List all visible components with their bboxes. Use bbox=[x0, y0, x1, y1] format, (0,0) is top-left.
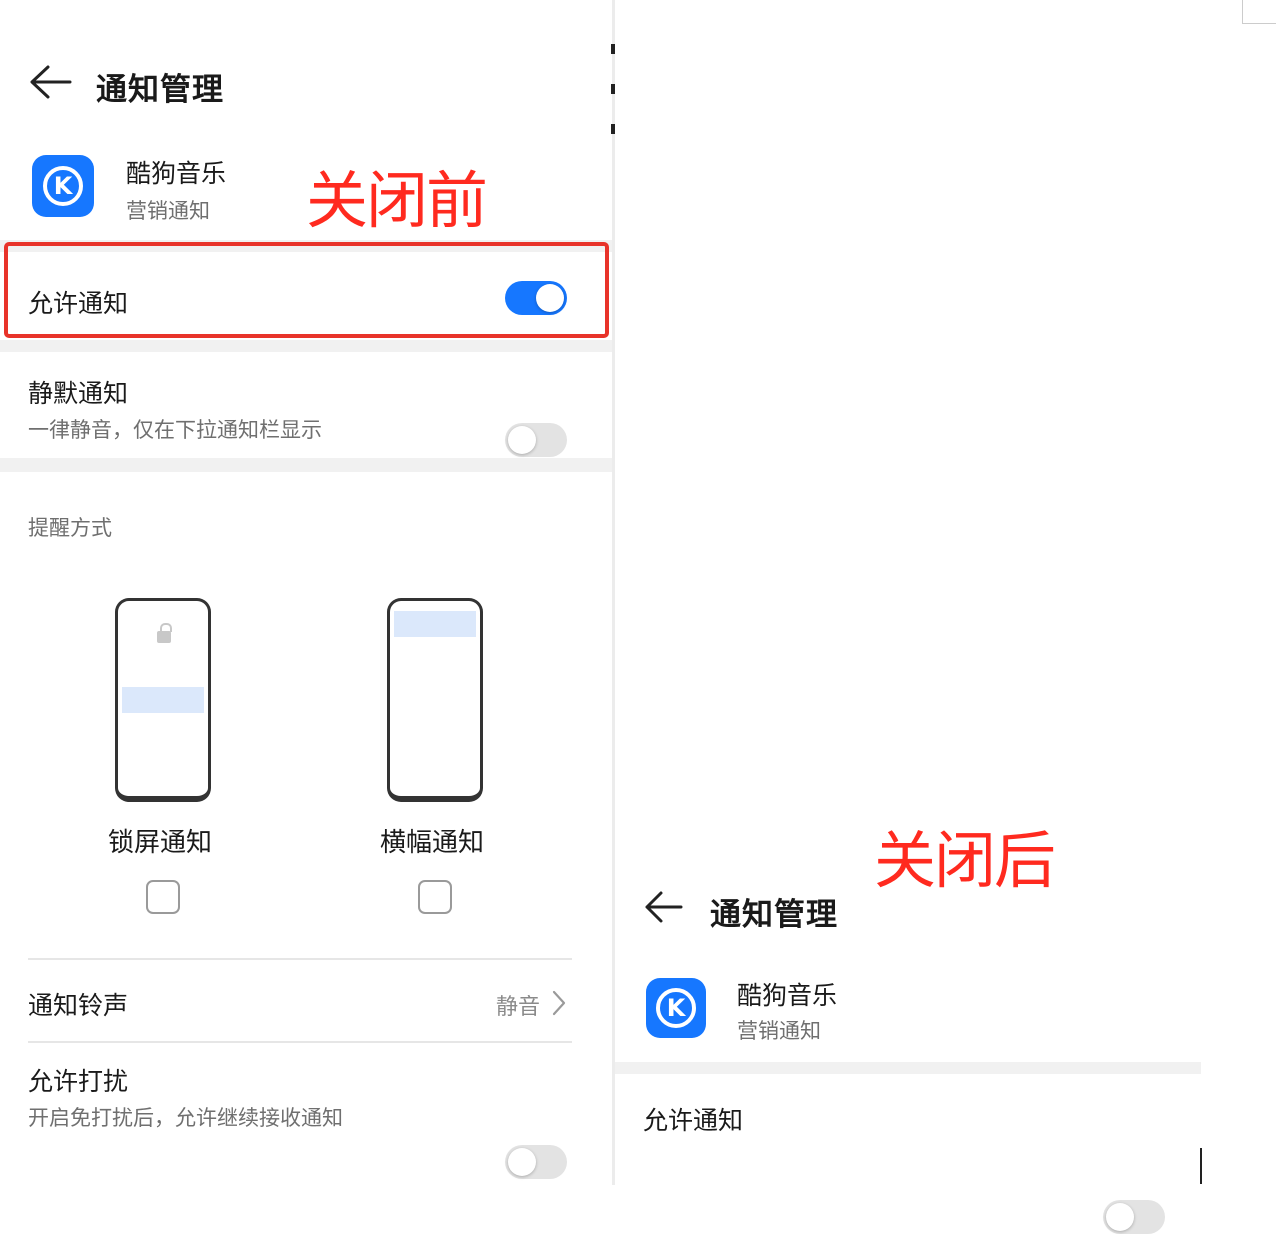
banner-notification-bar bbox=[394, 611, 476, 637]
dnd-desc: 开启免打扰后，允许继续接收通知 bbox=[28, 1106, 343, 1130]
chevron-right-icon[interactable] bbox=[552, 990, 566, 1020]
page-title-after: 通知管理 bbox=[710, 897, 838, 933]
text-cursor bbox=[1200, 1148, 1202, 1184]
dnd-toggle[interactable] bbox=[505, 1145, 567, 1179]
page-title: 通知管理 bbox=[96, 72, 224, 108]
dnd-label: 允许打扰 bbox=[28, 1067, 129, 1096]
divider-marks bbox=[611, 44, 615, 194]
lockscreen-notification-bar bbox=[122, 687, 204, 713]
allow-notifications-toggle-after[interactable] bbox=[1103, 1200, 1165, 1234]
banner-label: 横幅通知 bbox=[380, 828, 485, 858]
silent-notifications-label: 静默通知 bbox=[28, 379, 129, 408]
corner-frame bbox=[1242, 0, 1276, 24]
back-arrow-icon[interactable] bbox=[643, 890, 683, 924]
lockscreen-label: 锁屏通知 bbox=[108, 828, 213, 858]
app-name-after: 酷狗音乐 bbox=[737, 981, 838, 1010]
app-icon-letter: K bbox=[43, 166, 83, 206]
lockscreen-checkbox[interactable] bbox=[146, 880, 180, 914]
kugou-app-icon: K bbox=[32, 155, 94, 217]
lockscreen-phone-illustration[interactable] bbox=[115, 598, 211, 802]
section-separator bbox=[615, 1062, 1201, 1074]
divider bbox=[28, 1041, 572, 1043]
section-separator bbox=[0, 340, 612, 352]
divider bbox=[28, 958, 572, 960]
annotation-after: 关闭后 bbox=[874, 824, 1056, 897]
allow-notifications-label-after: 允许通知 bbox=[643, 1106, 744, 1135]
app-icon-letter: K bbox=[656, 988, 696, 1028]
allow-notifications-label: 允许通知 bbox=[28, 289, 129, 318]
section-separator bbox=[0, 458, 612, 472]
app-category-after: 营销通知 bbox=[737, 1019, 821, 1043]
ringtone-value: 静音 bbox=[496, 995, 541, 1020]
back-arrow-icon[interactable] bbox=[28, 64, 72, 100]
lock-body bbox=[157, 631, 171, 643]
banner-phone-illustration[interactable] bbox=[387, 598, 483, 802]
app-category: 营销通知 bbox=[126, 199, 210, 223]
silent-notifications-toggle[interactable] bbox=[505, 423, 567, 457]
silent-notifications-desc: 一律静音，仅在下拉通知栏显示 bbox=[28, 418, 322, 442]
kugou-app-icon: K bbox=[646, 978, 706, 1038]
reminder-section-title: 提醒方式 bbox=[28, 516, 112, 540]
annotation-before: 关闭前 bbox=[306, 164, 488, 237]
allow-notifications-toggle[interactable] bbox=[505, 281, 567, 315]
ringtone-label[interactable]: 通知铃声 bbox=[28, 986, 128, 1022]
banner-checkbox[interactable] bbox=[418, 880, 452, 914]
app-name: 酷狗音乐 bbox=[126, 159, 227, 188]
